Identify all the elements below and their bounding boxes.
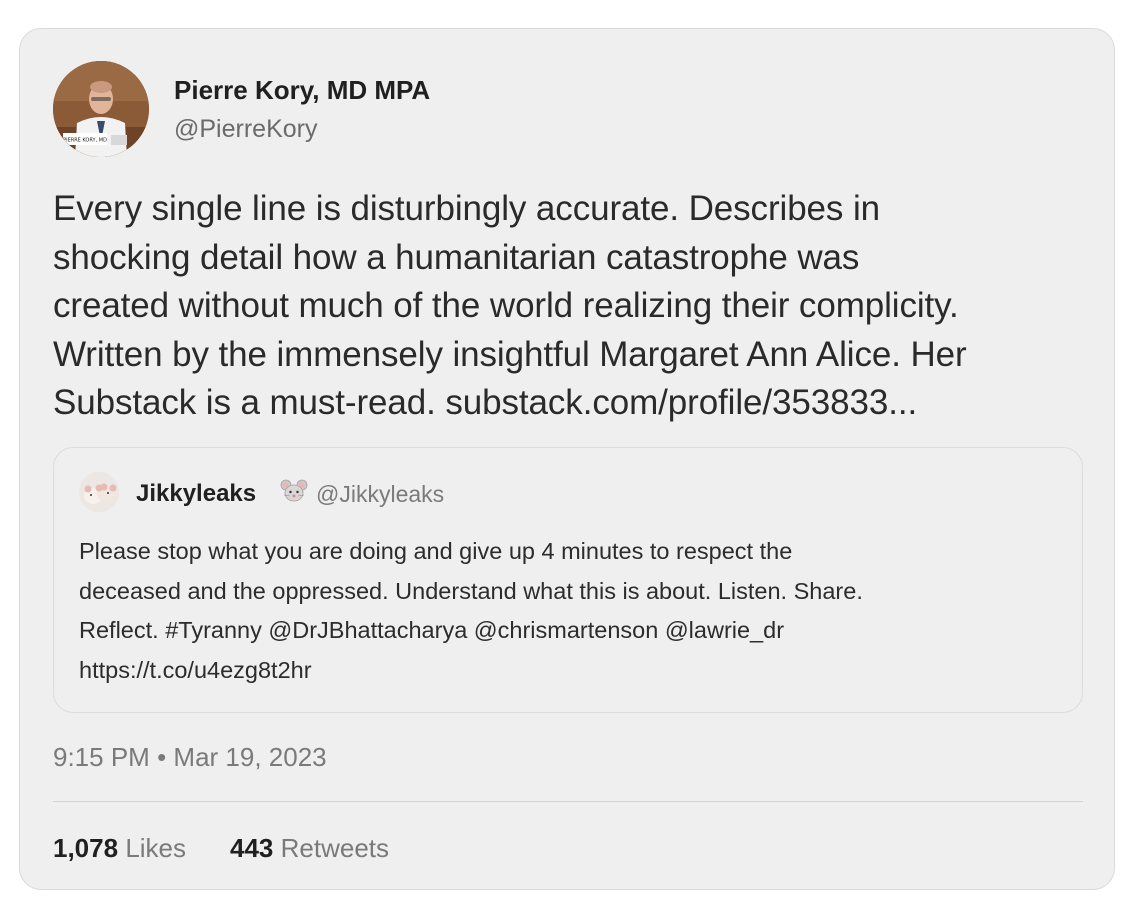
retweets-count: 443 [230, 833, 274, 863]
author-handle[interactable]: @PierreKory [174, 115, 317, 144]
retweets-label: Retweets [280, 833, 390, 863]
tweet-text-line: shocking detail how a humanitarian catas… [53, 237, 860, 277]
tweet-time: 9:15 PM [53, 742, 150, 772]
tweet-card: PIERRE KORY, MD Pierre Kory, MD MPA @Pie… [19, 28, 1115, 890]
author-avatar-image: PIERRE KORY, MD [53, 61, 149, 157]
tweet-text-line: created without much of the world realiz… [53, 286, 959, 325]
likes-label: Likes [125, 833, 187, 863]
author-name[interactable]: Pierre Kory, MD MPA [174, 75, 430, 106]
quoted-text-line: Please stop what you are doing and give … [79, 538, 793, 564]
quoted-author-handle[interactable]: @Jikkyleaks [316, 481, 444, 508]
quoted-text-line: Reflect. #Tyranny @DrJBhattacharya @chri… [79, 617, 785, 643]
timestamp-separator: • [157, 742, 167, 772]
quoted-link[interactable]: https://t.co/u4ezg8t2hr [79, 651, 1069, 691]
quoted-author-name[interactable]: Jikkyleaks [136, 480, 256, 508]
tweet-date: Mar 19, 2023 [173, 742, 327, 772]
tweet-text-line: Substack is a must-read. substack.com/pr… [53, 383, 918, 422]
tweet-text-line: Written by the immensely insightful Marg… [53, 334, 967, 374]
quoted-tweet-text: Please stop what you are doing and give … [79, 532, 1069, 690]
quoted-text-line: deceased and the oppressed. Understand w… [79, 577, 863, 604]
author-avatar[interactable]: PIERRE KORY, MD [53, 61, 149, 157]
divider [53, 801, 1083, 802]
mouse-face-icon [280, 477, 308, 505]
tweet-stats: 1,078 Likes 443 Retweets [53, 833, 389, 864]
retweets-stat[interactable]: 443 Retweets [230, 833, 389, 863]
quoted-tweet[interactable]: Jikkyleaks @Jikkyleaks Please stop what … [53, 447, 1083, 713]
tweet-timestamp[interactable]: 9:15 PM • Mar 19, 2023 [53, 742, 327, 773]
tweet-text-line: Every single line is disturbingly accura… [53, 189, 880, 228]
tweet-text: Every single line is disturbingly accura… [53, 185, 1103, 428]
quoted-author-avatar[interactable] [79, 472, 119, 512]
likes-count: 1,078 [53, 833, 119, 863]
avatar-nameplate: PIERRE KORY, MD [63, 138, 107, 144]
quoted-avatar-image [79, 472, 119, 512]
likes-stat[interactable]: 1,078 Likes [53, 833, 186, 863]
